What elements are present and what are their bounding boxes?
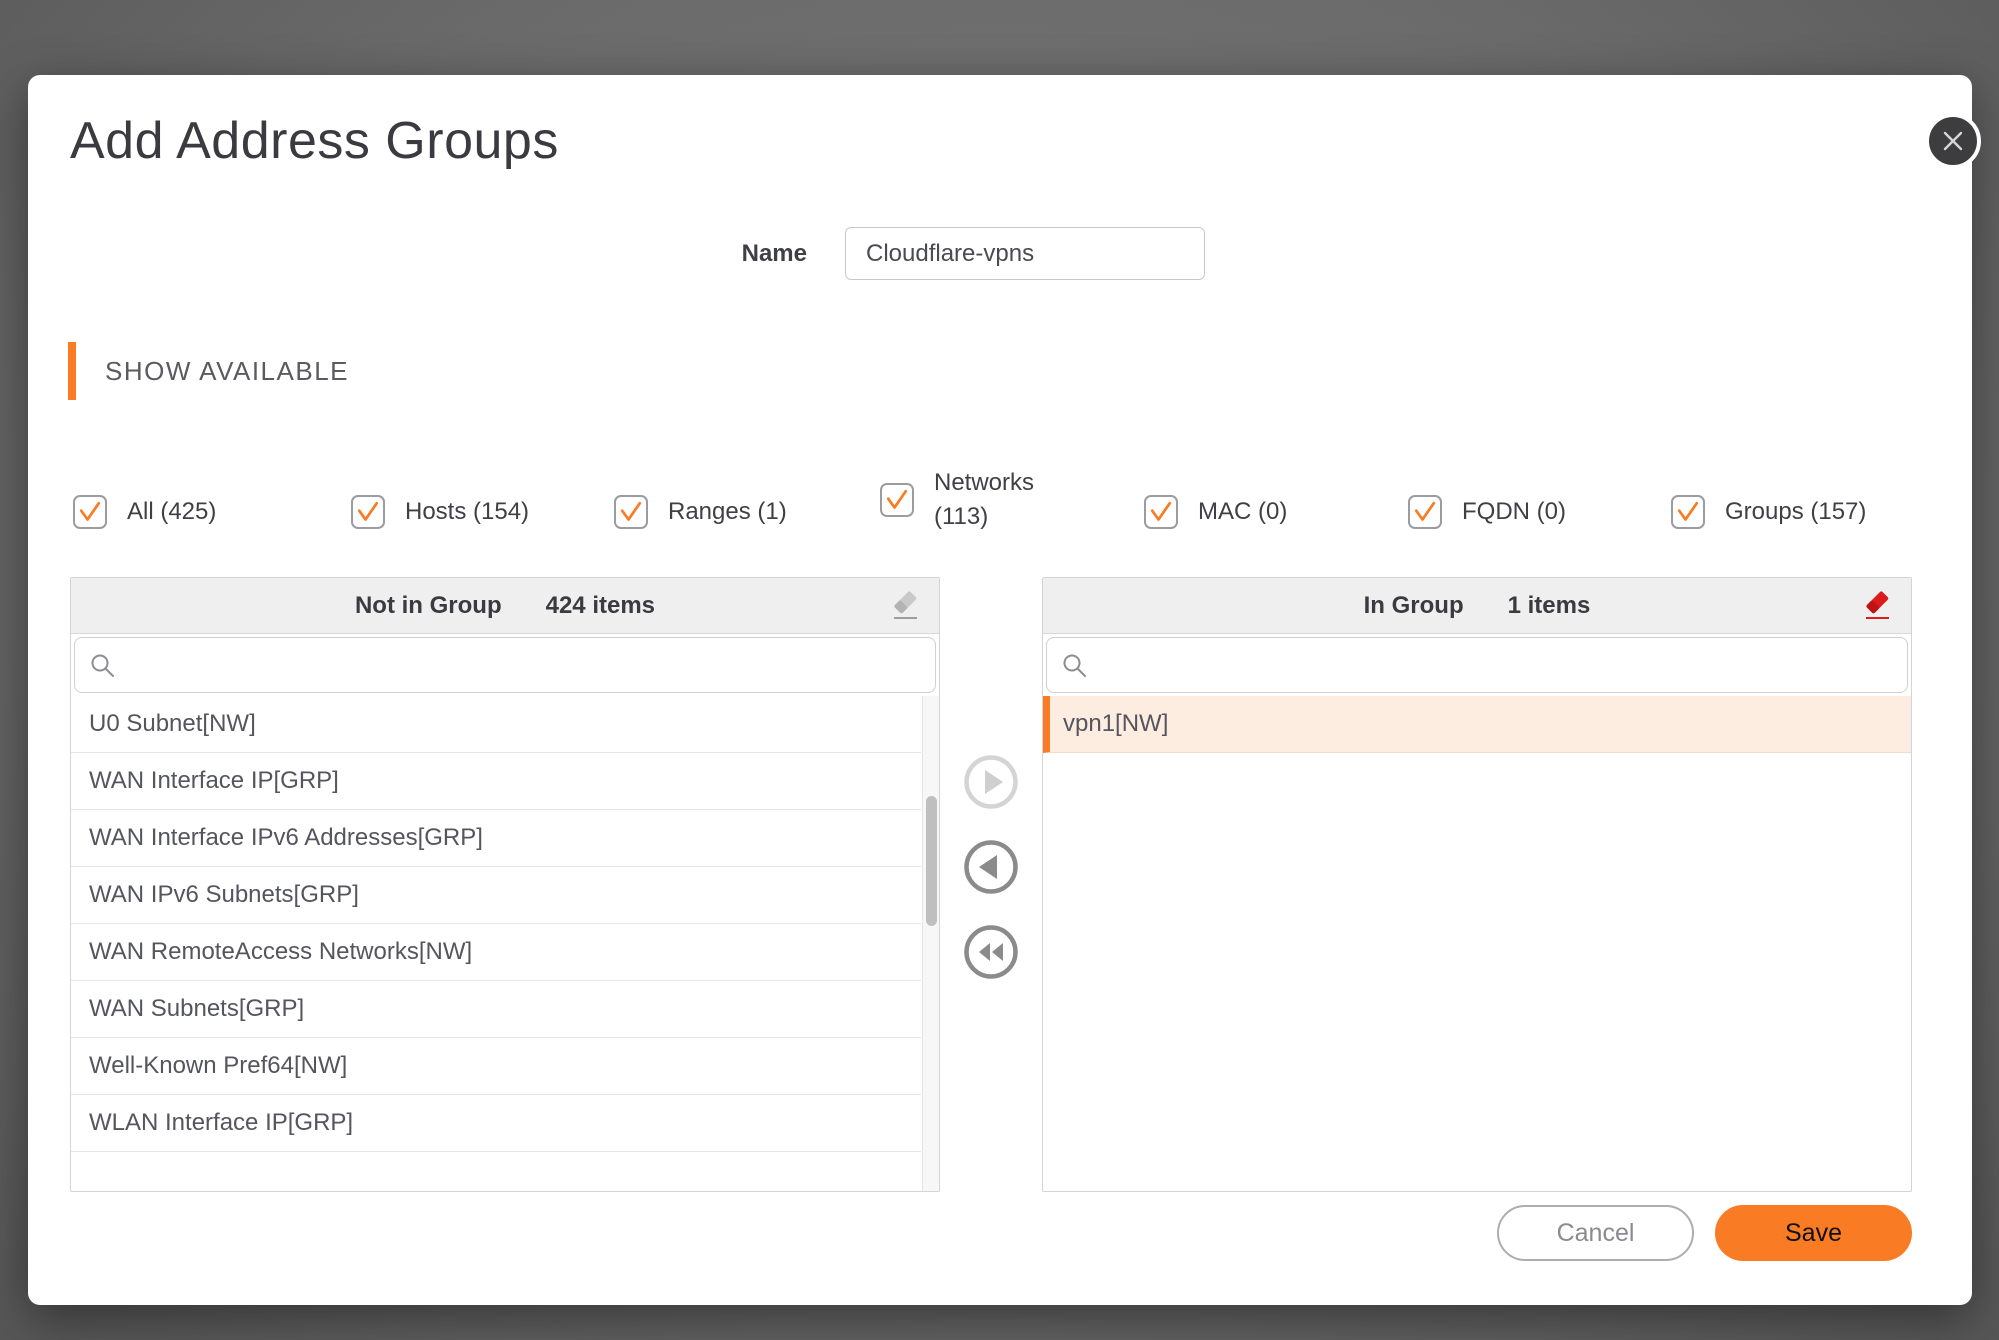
list-item-selected[interactable]: vpn1[NW] bbox=[1043, 696, 1911, 753]
list-item[interactable]: WAN Interface IP[GRP] bbox=[71, 753, 921, 810]
panel-title: Not in Group bbox=[354, 591, 502, 619]
page-backdrop: { "modal": { "title": "Add Address Group… bbox=[0, 0, 1999, 1340]
search-icon bbox=[1063, 654, 1086, 677]
checkbox-ranges[interactable] bbox=[614, 495, 648, 529]
filter-ranges: Ranges (1) bbox=[614, 475, 787, 549]
checkbox-fqdn[interactable] bbox=[1408, 495, 1442, 529]
filter-label: FQDN (0) bbox=[1462, 498, 1566, 525]
dialog-title: Add Address Groups bbox=[70, 112, 559, 170]
scrollbar-track[interactable] bbox=[922, 696, 939, 1191]
list-item[interactable]: U0 Subnet[NW] bbox=[71, 696, 921, 753]
arrow-right-icon bbox=[964, 755, 1018, 809]
eraser-icon bbox=[894, 591, 917, 619]
search-input[interactable] bbox=[1099, 638, 1897, 692]
scrollbar-thumb[interactable] bbox=[926, 796, 937, 926]
double-arrow-left-icon bbox=[964, 925, 1018, 979]
checkmark-icon bbox=[357, 501, 379, 521]
move-right-button[interactable] bbox=[963, 754, 1019, 810]
list-item[interactable]: WLAN Interface IP[GRP] bbox=[71, 1095, 921, 1152]
filter-label: Ranges (1) bbox=[668, 498, 787, 525]
filter-label: Networks (113) bbox=[934, 469, 1035, 530]
checkmark-icon bbox=[620, 501, 642, 521]
name-label: Name bbox=[741, 240, 807, 267]
save-button[interactable]: Save bbox=[1715, 1205, 1912, 1261]
filter-all: All (425) bbox=[73, 475, 216, 549]
checkmark-icon bbox=[886, 489, 908, 509]
not-in-group-list: U0 Subnet[NW] WAN Interface IP[GRP] WAN … bbox=[71, 696, 921, 1191]
panel-count: 1 items bbox=[1507, 591, 1591, 619]
filter-label: Hosts (154) bbox=[405, 498, 530, 525]
in-group-search bbox=[1046, 637, 1908, 693]
filter-row: All (425) Hosts (154) Ranges (1) Network… bbox=[28, 469, 1972, 549]
filter-label: Groups (157) bbox=[1725, 498, 1867, 525]
list-item[interactable]: WAN IPv6 Subnets[GRP] bbox=[71, 867, 921, 924]
filter-label: MAC (0) bbox=[1198, 498, 1288, 525]
list-item[interactable]: WAN Interface IPv6 Addresses[GRP] bbox=[71, 810, 921, 867]
in-group-panel: In Group 1 items vpn1[NW] bbox=[1042, 577, 1912, 1192]
checkmark-icon bbox=[1677, 501, 1699, 521]
move-left-button[interactable] bbox=[963, 839, 1019, 895]
close-icon bbox=[1943, 131, 1963, 151]
list-item[interactable]: Well-Known Pref64[NW] bbox=[71, 1038, 921, 1095]
checkmark-icon bbox=[79, 501, 101, 521]
panel-count: 424 items bbox=[545, 591, 656, 619]
in-group-header: In Group 1 items bbox=[1043, 578, 1911, 634]
cancel-button[interactable]: Cancel bbox=[1497, 1205, 1694, 1261]
not-in-group-header: Not in Group 424 items bbox=[71, 578, 939, 634]
panel-title: In Group bbox=[1363, 591, 1464, 619]
section-title: SHOW AVAILABLE bbox=[105, 356, 350, 386]
checkmark-icon bbox=[1414, 501, 1436, 521]
eraser-red-icon bbox=[1866, 591, 1889, 619]
checkbox-networks[interactable] bbox=[880, 483, 914, 517]
move-all-left-button[interactable] bbox=[963, 924, 1019, 980]
clear-selection-button[interactable] bbox=[887, 588, 923, 624]
name-input[interactable] bbox=[845, 227, 1205, 280]
search-icon bbox=[91, 654, 114, 677]
list-item[interactable]: WAN RemoteAccess Networks[NW] bbox=[71, 924, 921, 981]
list-item[interactable]: WAN Subnets[GRP] bbox=[71, 981, 921, 1038]
filter-fqdn: FQDN (0) bbox=[1408, 475, 1566, 549]
filter-label: All (425) bbox=[127, 498, 217, 525]
filter-networks: Networks (113) bbox=[880, 463, 1052, 537]
in-group-list: vpn1[NW] bbox=[1043, 696, 1911, 1191]
filter-hosts: Hosts (154) bbox=[351, 475, 529, 549]
checkbox-mac[interactable] bbox=[1144, 495, 1178, 529]
section-accent-bar bbox=[68, 342, 76, 400]
filter-mac: MAC (0) bbox=[1144, 475, 1287, 549]
filter-groups: Groups (157) bbox=[1671, 475, 1866, 549]
checkbox-hosts[interactable] bbox=[351, 495, 385, 529]
checkbox-all[interactable] bbox=[73, 495, 107, 529]
not-in-group-search bbox=[74, 637, 936, 693]
clear-group-button[interactable] bbox=[1859, 588, 1895, 624]
not-in-group-panel: Not in Group 424 items U0 Subnet[NW] WAN… bbox=[70, 577, 940, 1192]
search-input[interactable] bbox=[127, 638, 925, 692]
arrow-left-icon bbox=[964, 840, 1018, 894]
checkbox-groups[interactable] bbox=[1671, 495, 1705, 529]
checkmark-icon bbox=[1150, 501, 1172, 521]
close-button[interactable] bbox=[1925, 113, 1981, 169]
add-address-groups-dialog: Add Address Groups Name SHOW AVAILABLE A… bbox=[28, 75, 1981, 1305]
